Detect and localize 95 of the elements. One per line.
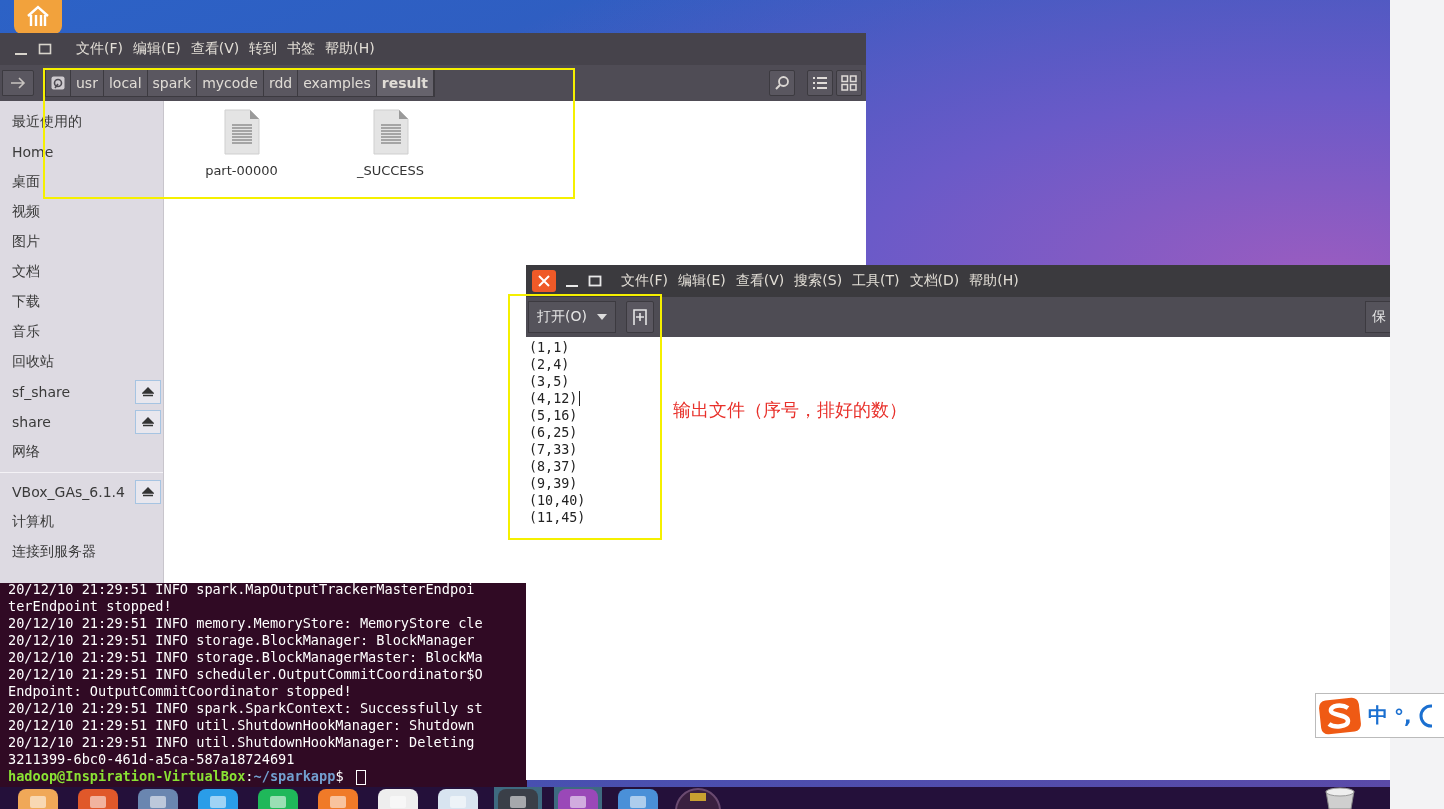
path-segment[interactable]: local [103,70,148,96]
prompt-path: ~/sparkapp [253,768,336,784]
terminal-line: 20/12/10 21:29:51 INFO spark.SparkContext: Successfully st [8,700,484,717]
terminal-line: 20/12/10 21:29:51 INFO scheduler.OutputCommitCoordinator$O [8,666,484,683]
terminal-line: 20/12/10 21:29:51 INFO memory.MemoryStore: MemoryStore cle [8,615,484,632]
home-icon[interactable] [14,0,62,34]
menu-item[interactable]: 查看(V) [190,40,240,58]
path-segment[interactable]: mycode [197,70,264,96]
sidebar-item[interactable]: 图片 [12,233,161,251]
text-line: (2,4) [529,356,570,373]
list-view-button[interactable] [807,70,833,96]
text-file-icon[interactable] [223,109,260,155]
list-icon [812,76,828,90]
sidebar-item[interactable]: 回收站 [12,353,161,371]
eject-icon [142,417,154,427]
sidebar-item[interactable]: 视频 [12,203,161,221]
disk-icon [51,76,65,90]
close-button[interactable] [532,270,556,292]
prompt-symbol: $ [335,768,344,784]
save-button[interactable]: 保 [1365,301,1390,333]
terminal-line: 20/12/10 21:29:51 INFO spark.MapOutputTrackerMasterEndpoi [8,581,476,598]
terminal-line: Endpoint: OutputCommitCoordinator stopped! [8,683,353,700]
annotation-text: 输出文件（序号，排好的数） [673,398,907,422]
sidebar-item[interactable]: 计算机 [12,513,161,531]
sidebar-item[interactable]: VBox_GAs_6.1.4 [12,484,135,500]
text-cursor [579,391,581,406]
menu-item[interactable]: 文件(F) [76,40,123,58]
root-folder-button[interactable] [46,70,71,96]
terminal-line: 20/12/10 21:29:51 INFO storage.BlockManagerMaster: BlockMa [8,649,484,666]
ime-logo-icon[interactable] [1318,696,1362,735]
grid-view-button[interactable] [836,70,862,96]
terminal-line: terEndpoint stopped! [8,598,173,615]
ime-option[interactable]: °, [1394,703,1412,728]
text-file-icon[interactable] [372,109,409,155]
sidebar-item[interactable]: 下载 [12,293,161,311]
terminal-line: 20/12/10 21:29:51 INFO util.ShutdownHookManager: Shutdown [8,717,476,734]
sidebar-item[interactable]: 音乐 [12,323,161,341]
sidebar-item[interactable]: 连接到服务器 [12,543,161,561]
search-icon [774,75,790,91]
text-line: (3,5) [529,373,570,390]
path-segment[interactable]: rdd [263,70,299,96]
menu-item[interactable]: 转到 [249,40,278,58]
menu-item[interactable]: 书签 [287,40,316,58]
maximize-icon[interactable] [38,42,52,56]
path-segment[interactable]: examples [298,70,377,96]
new-document-button[interactable] [625,301,654,333]
close-icon [538,275,550,287]
menu-item[interactable]: 编辑(E) [678,272,726,290]
new-document-icon [630,308,649,326]
eject-button[interactable] [135,380,161,404]
text-line: (10,40) [529,492,586,509]
menu-item[interactable]: 搜索(S) [794,272,843,290]
menu-item[interactable]: 帮助(H) [325,40,375,58]
sidebar-item[interactable]: sf_share [12,384,135,400]
sidebar-item[interactable]: 网络 [12,443,161,461]
eject-icon [142,387,154,397]
menu-item[interactable]: 文件(F) [621,272,668,290]
path-segment[interactable]: spark [147,70,198,96]
menu-item[interactable]: 查看(V) [735,272,785,290]
file-name[interactable]: _SUCCESS [356,163,425,178]
eject-icon [142,487,154,497]
terminal-line: 20/12/10 21:29:51 INFO storage.BlockManager: BlockManager [8,632,476,649]
text-line: (7,33) [529,441,578,458]
sidebar-item[interactable]: 文档 [12,263,161,281]
path-segment[interactable]: usr [71,70,104,96]
text-line: (4,12) [529,390,578,407]
text-line: (6,25) [529,424,578,441]
eject-button[interactable] [135,480,161,504]
text-line: (11,45) [529,509,586,526]
text-line: (1,1) [529,339,570,356]
forward-arrow-icon [10,76,26,90]
text-line: (8,37) [529,458,578,475]
path-segment[interactable]: result [376,70,434,96]
eject-button[interactable] [135,410,161,434]
caret-icon [596,314,607,320]
menu-item[interactable]: 编辑(E) [133,40,181,58]
sidebar-item[interactable]: 桌面 [12,173,161,191]
menu-item[interactable]: 工具(T) [852,272,900,290]
terminal-line: 3211399-6bc0-461d-a5ca-587a18724691 [8,751,296,768]
prompt-separator: : [245,768,254,784]
sidebar-item[interactable]: share [12,414,135,430]
open-button[interactable]: 打开(O) [528,301,616,333]
search-button[interactable] [769,70,795,96]
maximize-icon[interactable] [588,274,602,288]
text-line: (9,39) [529,475,578,492]
ime-option[interactable]: 中 [1368,702,1388,729]
grid-icon [841,75,857,91]
file-name[interactable]: part-00000 [205,163,278,178]
text-line: (5,16) [529,407,578,424]
menu-item[interactable]: 文档(D) [909,272,960,290]
text-cursor [355,769,366,785]
forward-button[interactable] [2,70,34,96]
menu-item[interactable]: 帮助(H) [969,272,1019,290]
terminal-line: 20/12/10 21:29:51 INFO util.ShutdownHookManager: Deleting [8,734,476,751]
prompt-user: hadoop@Inspiration-VirtualBox [8,768,246,784]
